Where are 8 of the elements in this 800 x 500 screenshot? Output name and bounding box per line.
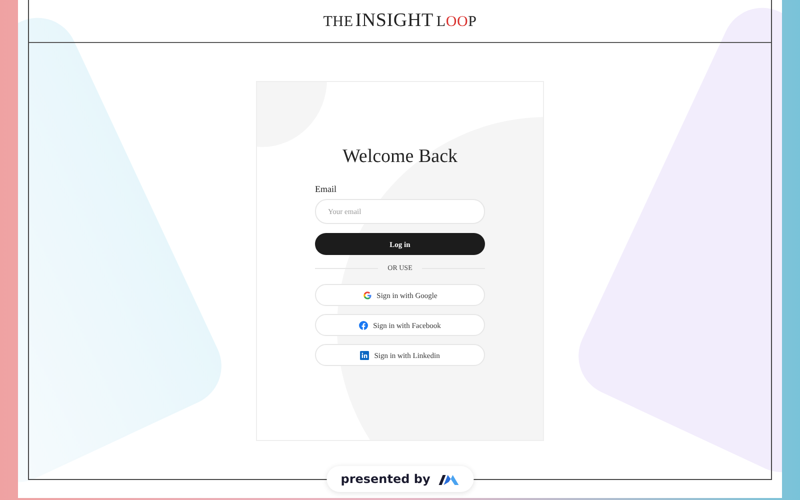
facebook-icon xyxy=(359,320,368,330)
brand-logo-icon xyxy=(437,472,460,486)
email-label: Email xyxy=(315,184,338,194)
title: Welcome Back xyxy=(341,146,459,168)
badge-text: presented by xyxy=(340,472,430,486)
linkedin-icon xyxy=(360,350,370,360)
google-icon xyxy=(362,290,372,300)
logo: THE INSIGHT LOOP xyxy=(323,10,477,32)
